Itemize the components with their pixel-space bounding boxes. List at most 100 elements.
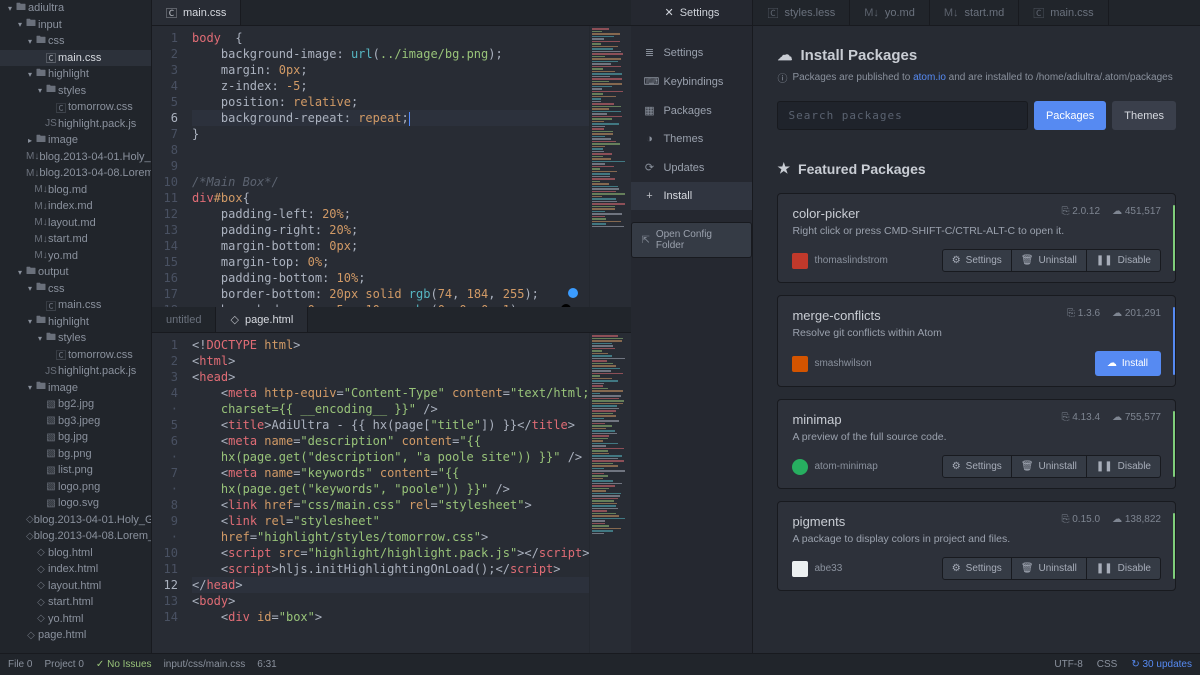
package-name[interactable]: color-picker: [792, 206, 859, 221]
minimap[interactable]: [589, 333, 631, 675]
tree-item[interactable]: ▧bg3.jpeg: [0, 413, 151, 430]
tree-item[interactable]: M↓index.md: [0, 198, 151, 215]
package-author[interactable]: smashwilson: [792, 356, 871, 372]
status-updates[interactable]: ↻ 30 updates: [1131, 659, 1192, 670]
tree-item[interactable]: ◇page.html: [0, 627, 151, 644]
editor-tab[interactable]: ◇page.html: [216, 307, 308, 332]
open-config-label: Open Config Folder: [656, 229, 743, 251]
pkg-disable-button[interactable]: ❚❚Disable: [1087, 557, 1161, 580]
settings-nav-packages[interactable]: ▦Packages: [631, 96, 752, 125]
version-badge: ⎘ 0.15.0: [1061, 514, 1100, 525]
tree-item[interactable]: M↓blog.md: [0, 182, 151, 199]
editor-tab[interactable]: untitled: [152, 307, 216, 332]
tree-item[interactable]: ▧bg.png: [0, 446, 151, 463]
pkg-settings-button[interactable]: ⚙Settings: [942, 557, 1012, 580]
install-button[interactable]: ☁Install: [1095, 351, 1161, 376]
tree-item[interactable]: M↓yo.md: [0, 248, 151, 265]
tree-item[interactable]: ▾🖿highlight: [0, 66, 151, 83]
editor-tab[interactable]: M↓start.md: [930, 0, 1019, 25]
tree-item[interactable]: ◇start.html: [0, 594, 151, 611]
status-path[interactable]: input/css/main.css: [164, 659, 246, 670]
tree-item[interactable]: ◇yo.html: [0, 611, 151, 628]
package-author[interactable]: abe33: [792, 561, 842, 577]
status-encoding[interactable]: UTF-8: [1054, 659, 1082, 670]
minimap[interactable]: [589, 26, 631, 307]
tree-item[interactable]: ◇layout.html: [0, 578, 151, 595]
search-packages-input[interactable]: [777, 101, 1027, 130]
settings-nav-install[interactable]: +Install: [631, 182, 752, 210]
tree-item[interactable]: ▸🖿image: [0, 132, 151, 149]
editor-tab[interactable]: 🄲styles.less: [753, 0, 850, 25]
tree-item[interactable]: M↓blog.2013-04-08.Lorem_I: [0, 165, 151, 182]
install-subtitle: ⓘ Packages are published to atom.io and …: [777, 70, 1176, 85]
pkg-uninstall-button[interactable]: 🗑Uninstall: [1012, 455, 1087, 478]
tree-item[interactable]: M↓layout.md: [0, 215, 151, 232]
pkg-settings-button[interactable]: ⚙Settings: [942, 455, 1012, 478]
status-cursor-position[interactable]: 6:31: [257, 659, 276, 670]
tree-item[interactable]: ▾🖿css: [0, 33, 151, 50]
tree-item[interactable]: ▧logo.svg: [0, 495, 151, 512]
package-author[interactable]: thomaslindstrom: [792, 253, 887, 269]
code-source[interactable]: body { background-image: url(../image/bg…: [186, 26, 589, 307]
status-project[interactable]: Project 0: [44, 659, 83, 670]
tree-item[interactable]: ▾🖿styles: [0, 83, 151, 100]
tree-item[interactable]: 🄲tomorrow.css: [0, 347, 151, 364]
packages-filter-button[interactable]: Packages: [1034, 101, 1106, 130]
package-name[interactable]: minimap: [792, 412, 841, 427]
tree-item[interactable]: ▾🖿output: [0, 264, 151, 281]
tree-item[interactable]: ▾🖿styles: [0, 330, 151, 347]
tree-item[interactable]: ◇blog.2013-04-08.Lorem_I: [0, 528, 151, 545]
file-tree[interactable]: ▾🖿adiultra▾🖿input▾🖿css🄲main.css▾🖿highlig…: [0, 0, 152, 675]
tree-item[interactable]: ▧bg2.jpg: [0, 396, 151, 413]
pkg-disable-button[interactable]: ❚❚Disable: [1087, 455, 1161, 478]
themes-filter-button[interactable]: Themes: [1112, 101, 1176, 130]
status-language[interactable]: CSS: [1097, 659, 1118, 670]
tree-item[interactable]: 🄲tomorrow.css: [0, 99, 151, 116]
editor-tab[interactable]: M↓yo.md: [850, 0, 930, 25]
pkg-settings-button[interactable]: ⚙Settings: [942, 249, 1012, 272]
tab-bar[interactable]: untitled◇page.html: [152, 307, 631, 333]
settings-nav-updates[interactable]: ⟳Updates: [631, 153, 752, 182]
pkg-uninstall-button[interactable]: 🗑Uninstall: [1012, 557, 1087, 580]
code-source[interactable]: <!DOCTYPE html><html><head> <meta http-e…: [186, 333, 589, 675]
tree-item[interactable]: ◇blog.2013-04-01.Holy_Gr: [0, 512, 151, 529]
external-icon: ⇱: [641, 235, 649, 246]
tree-item[interactable]: 🄲main.css: [0, 50, 151, 67]
tree-item[interactable]: ▾🖿image: [0, 380, 151, 397]
editor-tab[interactable]: 🄲main.css: [1019, 0, 1108, 25]
package-author[interactable]: atom-minimap: [792, 459, 877, 475]
tree-item[interactable]: JShighlight.pack.js: [0, 363, 151, 380]
tree-item[interactable]: JShighlight.pack.js: [0, 116, 151, 133]
atom-io-link[interactable]: atom.io: [913, 72, 946, 83]
tree-item[interactable]: ◇blog.html: [0, 545, 151, 562]
tree-item[interactable]: 🄲main.css: [0, 297, 151, 314]
tree-item[interactable]: ▾🖿css: [0, 281, 151, 298]
tab-bar[interactable]: 🄲main.css: [152, 0, 631, 26]
settings-nav-settings[interactable]: ≣Settings: [631, 38, 752, 67]
tab-bar[interactable]: 🄲styles.lessM↓yo.mdM↓start.md🄲main.css: [753, 0, 1200, 26]
tree-item[interactable]: ◇index.html: [0, 561, 151, 578]
code-editor[interactable]: 1234·56·7·89·1011121314 <!DOCTYPE html><…: [152, 333, 631, 675]
tree-item[interactable]: M↓blog.2013-04-01.Holy_Gr: [0, 149, 151, 166]
code-editor[interactable]: 123456789101112131415161718 body { backg…: [152, 26, 631, 307]
settings-title-label: Settings: [680, 7, 720, 19]
tree-item[interactable]: ▾🖿adiultra: [0, 0, 151, 17]
tree-item[interactable]: M↓start.md: [0, 231, 151, 248]
pkg-uninstall-button[interactable]: 🗑Uninstall: [1012, 249, 1087, 272]
settings-nav-keybindings[interactable]: ⌨Keybindings: [631, 67, 752, 96]
tree-item[interactable]: ▧list.png: [0, 462, 151, 479]
editor-tab[interactable]: 🄲main.css: [152, 0, 241, 25]
package-name[interactable]: pigments: [792, 514, 845, 529]
settings-nav-themes[interactable]: ◑Themes: [631, 125, 752, 153]
open-config-folder-button[interactable]: ⇱ Open Config Folder: [631, 222, 752, 258]
status-file[interactable]: File 0: [8, 659, 32, 670]
star-icon: ★: [777, 160, 790, 177]
package-name[interactable]: merge-conflicts: [792, 308, 880, 323]
pkg-disable-button[interactable]: ❚❚Disable: [1087, 249, 1161, 272]
status-issues[interactable]: ✓ No Issues: [96, 659, 152, 670]
tree-item[interactable]: ▧logo.png: [0, 479, 151, 496]
tree-item[interactable]: ▧bg.jpg: [0, 429, 151, 446]
tree-item[interactable]: ▾🖿input: [0, 17, 151, 34]
download-count: ☁ 138,822: [1112, 514, 1161, 525]
tree-item[interactable]: ▾🖿highlight: [0, 314, 151, 331]
